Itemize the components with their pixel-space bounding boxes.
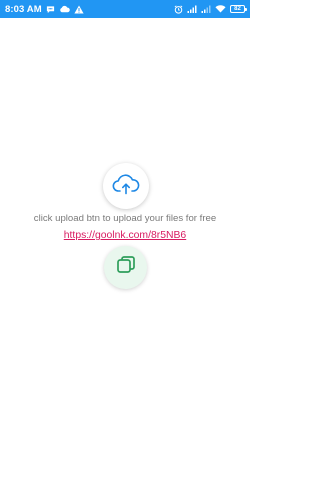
- battery-icon: 82: [230, 5, 247, 13]
- signal-icon: [201, 5, 211, 13]
- wifi-icon: [215, 5, 226, 13]
- status-bar-left: 8:03 AM: [5, 4, 84, 15]
- signal-icon: [187, 5, 197, 13]
- cloud-upload-icon: [112, 172, 140, 201]
- status-bar-right: 82: [174, 4, 247, 14]
- main-content: click upload btn to upload your files fo…: [0, 18, 250, 500]
- upload-hint-text: click upload btn to upload your files fo…: [33, 213, 217, 224]
- warning-icon: [74, 5, 84, 14]
- chat-icon: [46, 5, 55, 14]
- status-time: 8:03 AM: [5, 3, 42, 15]
- copy-icon: [115, 254, 137, 281]
- alarm-icon: [174, 4, 183, 14]
- copy-button[interactable]: [104, 246, 147, 289]
- cloud-icon: [59, 5, 70, 13]
- upload-button[interactable]: [103, 163, 149, 209]
- status-bar: 8:03 AM 82: [0, 0, 250, 18]
- short-link[interactable]: https://goolnk.com/8r5NB6: [0, 230, 250, 241]
